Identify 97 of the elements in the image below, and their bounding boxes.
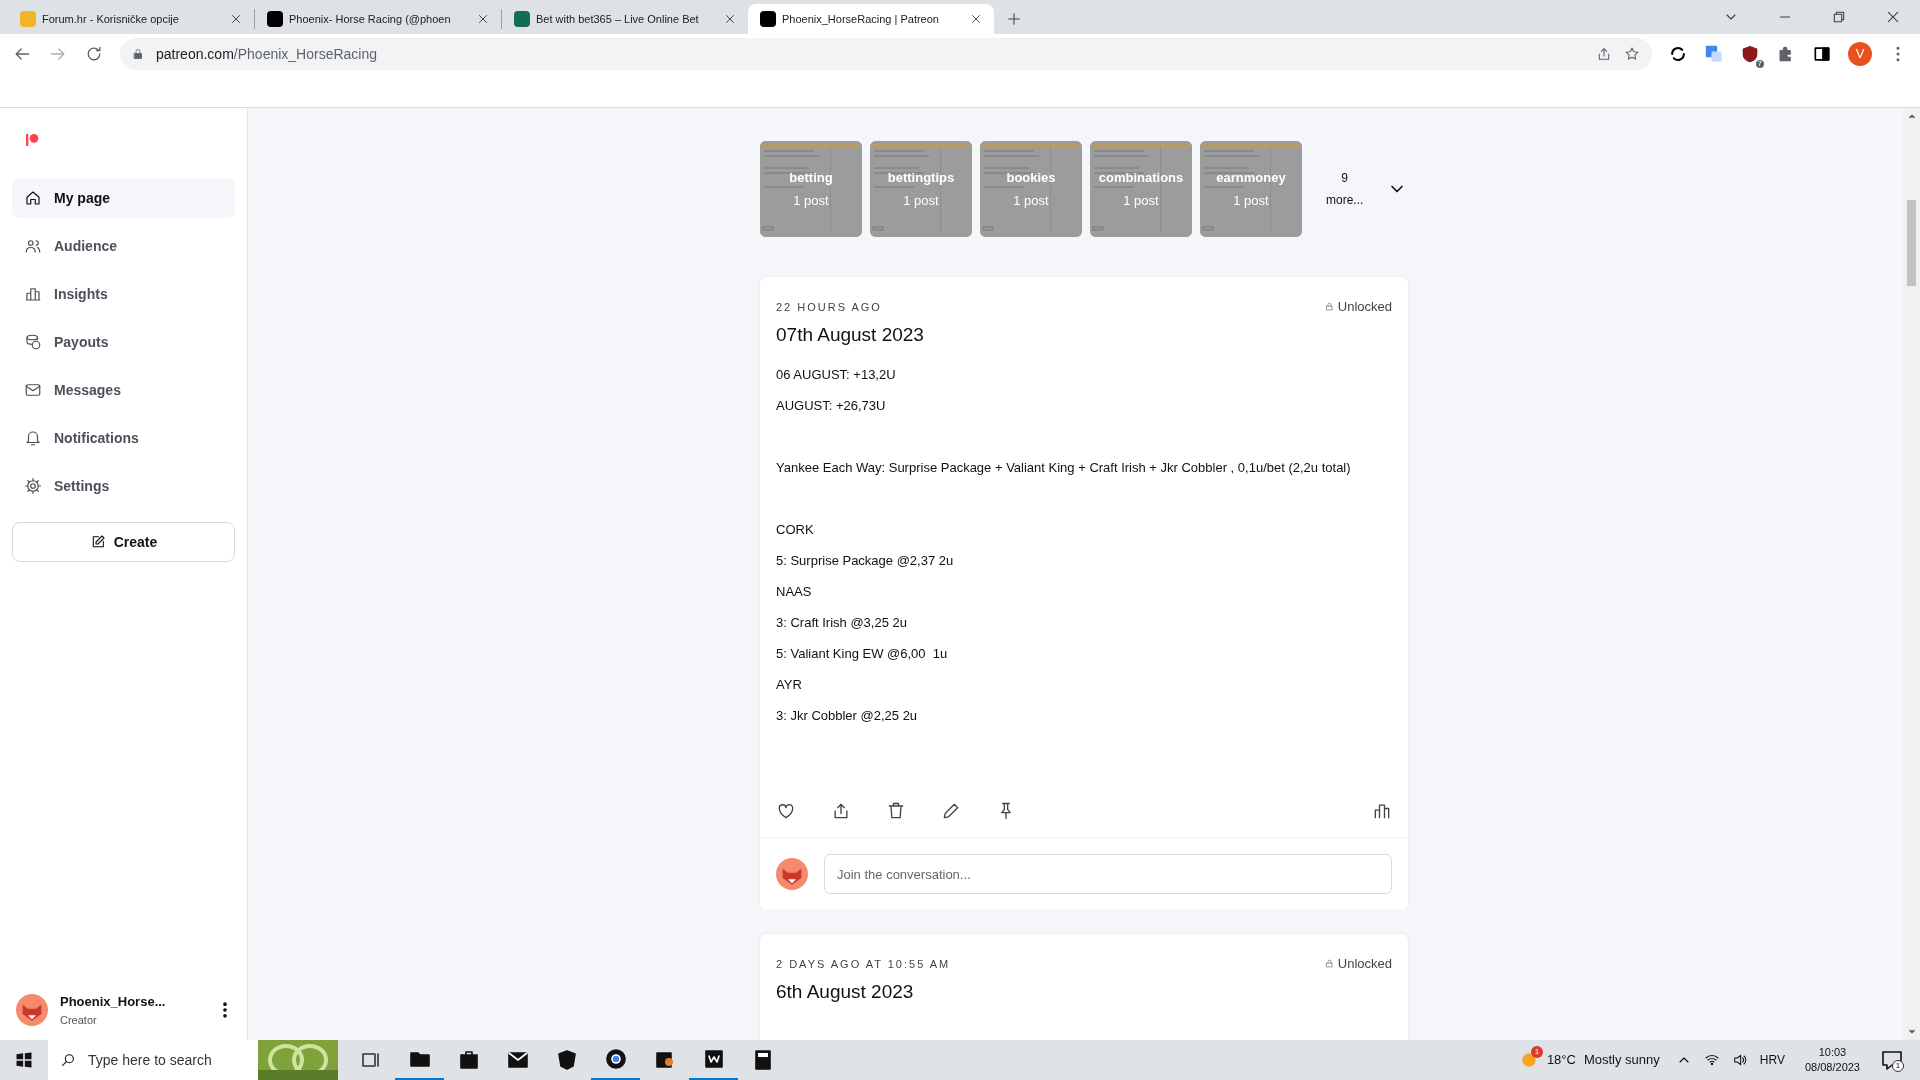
patreon-logo-icon[interactable] <box>24 132 40 148</box>
sidebar-item[interactable]: Insights <box>12 274 235 314</box>
browser-tab[interactable]: Phoenix- Horse Racing (@phoen <box>255 4 501 34</box>
url-text: patreon.com/Phoenix_HorseRacing <box>156 44 379 64</box>
tag-name: combinations <box>1098 168 1184 187</box>
side-panel-icon[interactable] <box>1812 44 1832 64</box>
comment-field[interactable]: Join the conversation... <box>824 854 1392 894</box>
people-icon <box>24 237 42 255</box>
sidebar-item[interactable]: Notifications <box>12 418 235 458</box>
browser-tab[interactable]: Forum.hr - Korisničke opcije <box>8 4 254 34</box>
gear-icon <box>24 477 42 495</box>
scroll-down-icon[interactable] <box>1907 1028 1916 1036</box>
search-placeholder: Type here to search <box>88 1050 212 1070</box>
post-title: 07th August 2023 <box>776 322 925 347</box>
mail-icon <box>24 381 42 399</box>
weather-text: Mostly sunny <box>1583 1051 1660 1070</box>
extension-badge: 7 <box>1755 60 1764 68</box>
scrollbar-thumb[interactable] <box>1907 200 1916 286</box>
post-time: 2 DAYS AGO AT 10:55 AM <box>776 956 951 972</box>
post-text: CORK <box>776 521 815 539</box>
more-label: more... <box>1326 192 1364 209</box>
weather-badge: 1 <box>1530 1046 1543 1058</box>
language-indicator[interactable]: HRV <box>1759 1051 1785 1069</box>
wifi-icon[interactable] <box>1703 1052 1720 1068</box>
chrome-icon[interactable] <box>603 1047 628 1071</box>
close-icon[interactable] <box>477 13 489 25</box>
address-bar[interactable]: patreon.com/Phoenix_HorseRacing <box>120 38 1652 70</box>
trash-icon[interactable] <box>886 801 906 821</box>
post-text: NAAS <box>776 583 813 601</box>
heart-icon[interactable] <box>776 801 796 821</box>
tag-name: earnmoney <box>1216 168 1286 187</box>
post-title: 6th August 2023 <box>776 979 915 1004</box>
clock-date[interactable]: 08/08/2023 <box>1804 1060 1860 1075</box>
notification-icon[interactable] <box>1880 1048 1904 1072</box>
coins-icon <box>24 333 42 351</box>
tag-name: bettingtips <box>887 168 955 187</box>
lock-icon <box>1324 301 1334 313</box>
post-count: 1 post <box>903 192 939 210</box>
sidebar-item[interactable]: My page <box>12 178 235 218</box>
sidebar-item[interactable]: Audience <box>12 226 235 266</box>
temperature: 18°C <box>1546 1051 1576 1070</box>
bars-icon <box>24 285 42 303</box>
sidebar-item[interactable]: Payouts <box>12 322 235 362</box>
favicon-icon <box>760 11 776 27</box>
post-count: 1 post <box>1013 192 1049 210</box>
favicon-icon <box>20 11 36 27</box>
post-text: Yankee Each Way: Surprise Package + Valiant King + Craft Irish + Jkr Cobbler , 0,1u/bet (2,2u total) <box>776 459 1352 477</box>
more-count: 9 <box>1341 170 1348 187</box>
windows-start-icon[interactable] <box>14 1050 34 1070</box>
scroll-up-icon[interactable] <box>1907 112 1916 120</box>
post-count: 1 post <box>1233 192 1269 210</box>
sidebar-item[interactable]: Settings <box>12 466 235 506</box>
profile-avatar[interactable]: V <box>1848 42 1872 66</box>
close-icon[interactable] <box>230 13 242 25</box>
tag-name: betting <box>789 168 833 187</box>
shield-icon[interactable] <box>1740 44 1760 64</box>
close-icon[interactable] <box>970 13 982 25</box>
restore-icon[interactable] <box>1831 9 1847 25</box>
post-count: 1 post <box>793 192 829 210</box>
user-name: Phoenix_Horse... <box>60 993 167 1011</box>
post-count: 1 post <box>1123 192 1159 210</box>
close-icon[interactable] <box>724 13 736 25</box>
pencil-icon[interactable] <box>941 801 961 821</box>
notification-count: 1 <box>1892 1060 1904 1072</box>
lock-icon <box>132 48 144 60</box>
clock-time[interactable]: 10:03 <box>1818 1045 1847 1060</box>
lock-icon <box>1324 958 1334 970</box>
access-status: Unlocked <box>1337 955 1392 973</box>
post-text: 5: Valiant King EW @6,00 1u <box>776 645 949 663</box>
access-status: Unlocked <box>1337 298 1392 316</box>
post-text: 5: Surprise Package @2,37 2u <box>776 552 955 570</box>
post-text: AUGUST: +26,73U <box>776 397 887 415</box>
search-icon <box>60 1052 76 1068</box>
post-time: 22 HOURS AGO <box>776 299 882 315</box>
user-role: Creator <box>60 1012 98 1028</box>
bell-icon <box>24 429 42 447</box>
favicon-icon <box>267 11 283 27</box>
bookmark-star-icon[interactable] <box>1624 46 1640 62</box>
sync-icon[interactable] <box>1668 44 1688 64</box>
browser-tab[interactable]: Bet with bet365 – Live Online Bet <box>502 4 748 34</box>
share-icon[interactable] <box>1596 46 1612 62</box>
taskbar-search[interactable]: Type here to search <box>48 1040 258 1080</box>
post-text: 3: Craft Irish @3,25 2u <box>776 614 908 632</box>
favicon-icon <box>514 11 530 27</box>
post-text: AYR <box>776 676 803 694</box>
avatar-icon <box>16 994 48 1026</box>
tag-name: bookies <box>1006 168 1056 187</box>
post-text: 3: Jkr Cobbler @2,25 2u <box>776 707 919 725</box>
close-icon[interactable] <box>1885 9 1901 25</box>
create-button[interactable]: Create <box>12 522 235 562</box>
new-tab-icon[interactable] <box>1006 11 1022 27</box>
sidebar-item[interactable]: Messages <box>12 370 235 410</box>
volume-icon[interactable] <box>1731 1052 1748 1068</box>
browser-tab[interactable]: Phoenix_HorseRacing | Patreon <box>748 4 994 34</box>
post-text: 06 AUGUST: +13,2U <box>776 366 897 384</box>
home-icon <box>24 189 42 207</box>
avatar-icon <box>776 858 808 890</box>
